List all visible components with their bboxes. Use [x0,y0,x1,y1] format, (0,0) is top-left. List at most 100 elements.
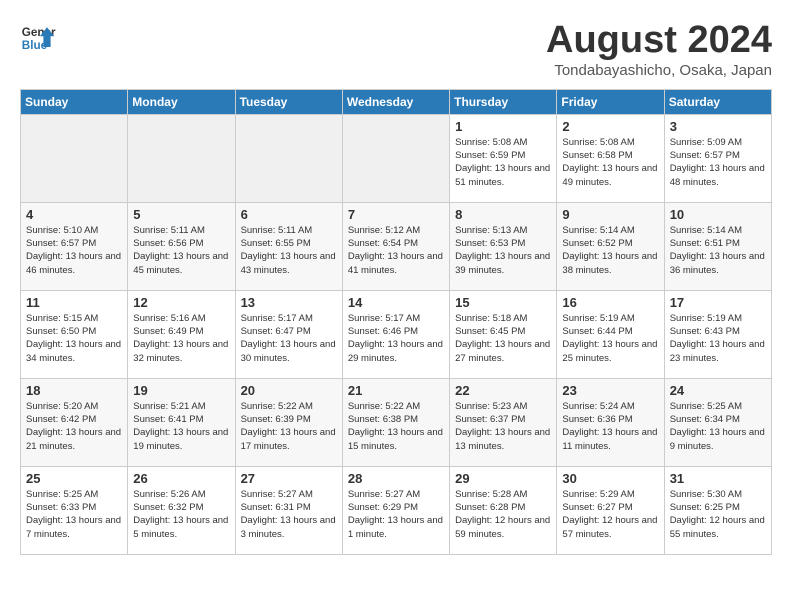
calendar-cell: 23 Sunrise: 5:24 AMSunset: 6:36 PMDayligh… [557,378,664,466]
calendar-table: SundayMondayTuesdayWednesdayThursdayFrid… [20,89,772,555]
logo-icon: General Blue [20,20,56,56]
day-number: 9 [562,207,658,222]
cell-text: Sunrise: 5:19 AMSunset: 6:44 PMDaylight:… [562,312,658,365]
day-number: 29 [455,471,551,486]
cell-text: Sunrise: 5:25 AMSunset: 6:34 PMDaylight:… [670,400,766,453]
weekday-monday: Monday [128,89,235,114]
calendar-body: 1 Sunrise: 5:08 AMSunset: 6:59 PMDaylight… [21,114,772,554]
day-number: 25 [26,471,122,486]
calendar-week-5: 25 Sunrise: 5:25 AMSunset: 6:33 PMDayligh… [21,466,772,554]
calendar-cell: 1 Sunrise: 5:08 AMSunset: 6:59 PMDaylight… [450,114,557,202]
calendar-cell: 19Sunrise: 5:21 AMSunset: 6:41 PMDayligh… [128,378,235,466]
day-number: 31 [670,471,766,486]
day-number: 27 [241,471,337,486]
cell-text: Sunrise: 5:20 AMSunset: 6:42 PMDaylight:… [26,400,122,453]
day-number: 23 [562,383,658,398]
day-number: 24 [670,383,766,398]
weekday-wednesday: Wednesday [342,89,449,114]
calendar-cell: 29 Sunrise: 5:28 AMSunset: 6:28 PMDayligh… [450,466,557,554]
cell-text: Sunrise: 5:15 AMSunset: 6:50 PMDaylight:… [26,312,122,365]
day-number: 6 [241,207,337,222]
day-number: 5 [133,207,229,222]
day-number: 14 [348,295,444,310]
month-title: August 2024 [546,20,772,62]
cell-text: Sunrise: 5:19 AMSunset: 6:43 PMDaylight:… [670,312,766,365]
calendar-cell: 6 Sunrise: 5:11 AMSunset: 6:55 PMDaylight… [235,202,342,290]
cell-text: Sunrise: 5:12 AMSunset: 6:54 PMDaylight:… [348,224,444,277]
day-number: 20 [241,383,337,398]
calendar-cell: 9 Sunrise: 5:14 AMSunset: 6:52 PMDaylight… [557,202,664,290]
calendar-cell: 4 Sunrise: 5:10 AMSunset: 6:57 PMDaylight… [21,202,128,290]
calendar-cell: 15 Sunrise: 5:18 AMSunset: 6:45 PMDayligh… [450,290,557,378]
calendar-cell: 26 Sunrise: 5:26 AMSunset: 6:32 PMDayligh… [128,466,235,554]
calendar-week-2: 4 Sunrise: 5:10 AMSunset: 6:57 PMDaylight… [21,202,772,290]
day-number: 22 [455,383,551,398]
day-number: 1 [455,119,551,134]
cell-text: Sunrise: 5:29 AMSunset: 6:27 PMDaylight:… [562,488,658,541]
cell-text: Sunrise: 5:22 AMSunset: 6:38 PMDaylight:… [348,400,444,453]
day-number: 28 [348,471,444,486]
day-number: 12 [133,295,229,310]
calendar-cell: 17 Sunrise: 5:19 AMSunset: 6:43 PMDayligh… [664,290,771,378]
cell-text: Sunrise: 5:11 AMSunset: 6:55 PMDaylight:… [241,224,337,277]
day-number: 3 [670,119,766,134]
day-number: 26 [133,471,229,486]
day-number: 2 [562,119,658,134]
cell-text: Sunrise: 5:27 AMSunset: 6:29 PMDaylight:… [348,488,444,541]
cell-text: Sunrise: 5:30 AMSunset: 6:25 PMDaylight:… [670,488,766,541]
cell-text: Sunrise: 5:16 AMSunset: 6:49 PMDaylight:… [133,312,229,365]
calendar-cell [128,114,235,202]
day-number: 4 [26,207,122,222]
cell-text: Sunrise: 5:23 AMSunset: 6:37 PMDaylight:… [455,400,551,453]
day-number: 15 [455,295,551,310]
weekday-tuesday: Tuesday [235,89,342,114]
calendar-cell: 10Sunrise: 5:14 AMSunset: 6:51 PMDayligh… [664,202,771,290]
day-number: 7 [348,207,444,222]
weekday-header-row: SundayMondayTuesdayWednesdayThursdayFrid… [21,89,772,114]
calendar-cell: 13 Sunrise: 5:17 AMSunset: 6:47 PMDayligh… [235,290,342,378]
title-area: August 2024 Tondabayashicho, Osaka, Japa… [546,20,772,79]
calendar-cell: 22 Sunrise: 5:23 AMSunset: 6:37 PMDayligh… [450,378,557,466]
day-number: 11 [26,295,122,310]
calendar-cell: 5Sunrise: 5:11 AMSunset: 6:56 PMDaylight… [128,202,235,290]
weekday-sunday: Sunday [21,89,128,114]
day-number: 30 [562,471,658,486]
page-header: General Blue August 2024 Tondabayashicho… [20,20,772,79]
weekday-thursday: Thursday [450,89,557,114]
cell-text: Sunrise: 5:17 AMSunset: 6:47 PMDaylight:… [241,312,337,365]
cell-text: Sunrise: 5:27 AMSunset: 6:31 PMDaylight:… [241,488,337,541]
cell-text: Sunrise: 5:24 AMSunset: 6:36 PMDaylight:… [562,400,658,453]
weekday-friday: Friday [557,89,664,114]
calendar-cell: 27 Sunrise: 5:27 AMSunset: 6:31 PMDayligh… [235,466,342,554]
calendar-cell: 3 Sunrise: 5:09 AMSunset: 6:57 PMDaylight… [664,114,771,202]
day-number: 18 [26,383,122,398]
cell-text: Sunrise: 5:28 AMSunset: 6:28 PMDaylight:… [455,488,551,541]
cell-text: Sunrise: 5:14 AMSunset: 6:52 PMDaylight:… [562,224,658,277]
cell-text: Sunrise: 5:10 AMSunset: 6:57 PMDaylight:… [26,224,122,277]
cell-text: Sunrise: 5:17 AMSunset: 6:46 PMDaylight:… [348,312,444,365]
cell-text: Sunrise: 5:08 AMSunset: 6:58 PMDaylight:… [562,136,658,189]
calendar-cell [235,114,342,202]
day-number: 8 [455,207,551,222]
calendar-cell: 31 Sunrise: 5:30 AMSunset: 6:25 PMDayligh… [664,466,771,554]
cell-text: Sunrise: 5:08 AMSunset: 6:59 PMDaylight:… [455,136,551,189]
cell-text: Sunrise: 5:09 AMSunset: 6:57 PMDaylight:… [670,136,766,189]
calendar-cell: 25 Sunrise: 5:25 AMSunset: 6:33 PMDayligh… [21,466,128,554]
calendar-cell [342,114,449,202]
calendar-cell: 16Sunrise: 5:19 AMSunset: 6:44 PMDayligh… [557,290,664,378]
calendar-week-1: 1 Sunrise: 5:08 AMSunset: 6:59 PMDaylight… [21,114,772,202]
day-number: 13 [241,295,337,310]
calendar-cell [21,114,128,202]
calendar-cell: 11 Sunrise: 5:15 AMSunset: 6:50 PMDayligh… [21,290,128,378]
calendar-cell: 18 Sunrise: 5:20 AMSunset: 6:42 PMDayligh… [21,378,128,466]
calendar-cell: 28 Sunrise: 5:27 AMSunset: 6:29 PMDayligh… [342,466,449,554]
location: Tondabayashicho, Osaka, Japan [546,62,772,79]
cell-text: Sunrise: 5:22 AMSunset: 6:39 PMDaylight:… [241,400,337,453]
day-number: 10 [670,207,766,222]
cell-text: Sunrise: 5:18 AMSunset: 6:45 PMDaylight:… [455,312,551,365]
calendar-cell: 21Sunrise: 5:22 AMSunset: 6:38 PMDayligh… [342,378,449,466]
day-number: 17 [670,295,766,310]
cell-text: Sunrise: 5:25 AMSunset: 6:33 PMDaylight:… [26,488,122,541]
cell-text: Sunrise: 5:26 AMSunset: 6:32 PMDaylight:… [133,488,229,541]
calendar-cell: 20 Sunrise: 5:22 AMSunset: 6:39 PMDayligh… [235,378,342,466]
